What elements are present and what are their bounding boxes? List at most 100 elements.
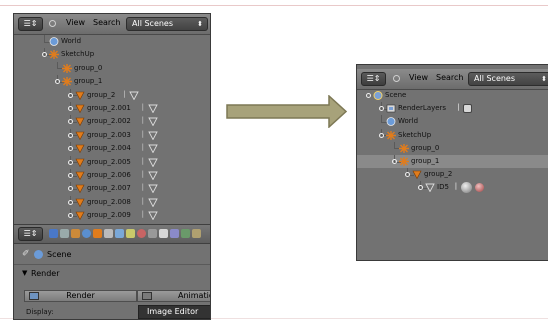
expand-toggle-icon[interactable]: [366, 93, 371, 98]
pin-icon[interactable]: ✐: [22, 249, 30, 259]
outliner-item[interactable]: group_1: [14, 75, 210, 88]
expand-toggle-icon[interactable]: [392, 159, 397, 164]
outliner-header: ☰⇕ View Search All Scenes ⬍: [14, 14, 210, 35]
expand-toggle-icon[interactable]: [68, 173, 73, 178]
outliner-item[interactable]: SketchUp: [357, 128, 548, 142]
outliner-item[interactable]: SketchUp: [14, 48, 210, 61]
particles-tab-icon[interactable]: [159, 229, 168, 238]
expand-toggle-icon[interactable]: [68, 213, 73, 219]
outliner-item[interactable]: ID5 |: [357, 181, 548, 194]
outliner-item[interactable]: group_2.001 |: [14, 102, 210, 115]
texture-tab-icon[interactable]: [148, 229, 157, 238]
outliner-item[interactable]: group_2.009 |: [14, 209, 210, 222]
render-tab-icon[interactable]: [49, 229, 58, 238]
outliner-item[interactable]: Scene: [357, 89, 548, 102]
object-tab-icon[interactable]: [93, 229, 102, 238]
outliner-item[interactable]: group_2: [357, 168, 548, 181]
properties-editor-type-button[interactable]: ☰⇕: [18, 227, 43, 241]
mesh-icon[interactable]: [147, 104, 158, 114]
outliner-item[interactable]: group_2.003 |: [14, 128, 210, 142]
editor-type-button[interactable]: ☰⇕: [18, 17, 43, 31]
search-menu[interactable]: Search: [436, 73, 463, 82]
constraints-tab-icon[interactable]: [104, 229, 113, 238]
outliner-item[interactable]: group_2.002 |: [14, 115, 210, 128]
scene-filter-select[interactable]: All Scenes ⬍: [126, 17, 208, 31]
material-sphere-icon[interactable]: [460, 182, 472, 194]
animation-button[interactable]: Animation: [137, 290, 210, 302]
mesh-icon[interactable]: [147, 211, 158, 221]
expand-toggle-icon[interactable]: [68, 119, 73, 125]
data-tab-icon[interactable]: [126, 229, 135, 238]
mesh-icon[interactable]: [147, 144, 158, 154]
scene-filter-select[interactable]: All Scenes ⬍: [468, 72, 548, 86]
physics-tab-icon[interactable]: [170, 229, 179, 238]
expand-toggle-icon[interactable]: [379, 106, 384, 112]
expand-toggle-icon[interactable]: [68, 146, 73, 152]
render-section-header[interactable]: ▼ Render: [14, 268, 210, 282]
extra-tab-icon-2[interactable]: [192, 229, 201, 238]
group-instance-icon: [75, 211, 85, 221]
mesh-icon[interactable]: [147, 171, 158, 181]
extra-tab-icon[interactable]: [181, 229, 190, 238]
separator: |: [141, 196, 144, 205]
mesh-icon[interactable]: [147, 158, 158, 168]
render-button[interactable]: Render: [24, 290, 137, 302]
material-tab-icon[interactable]: [137, 229, 146, 238]
expand-toggle-icon[interactable]: [68, 132, 73, 138]
outliner-item[interactable]: group_2 |: [14, 88, 210, 102]
scene-tab-icon[interactable]: [71, 229, 80, 238]
view-menu[interactable]: View: [66, 18, 85, 27]
expand-toggle-icon[interactable]: [379, 132, 384, 138]
render-layer-icon[interactable]: [463, 104, 473, 114]
outliner-tree: Scene RenderLayers | World SketchUp group_0 gr…: [357, 89, 548, 260]
expand-toggle-icon[interactable]: [42, 52, 47, 58]
group-instance-icon: [75, 131, 85, 140]
outliner-item[interactable]: group_2.005 |: [14, 155, 210, 169]
expand-toggle-icon[interactable]: [68, 159, 73, 165]
empty-object-icon: [399, 143, 409, 153]
animation-film-icon: [142, 292, 152, 300]
empty-object-icon: [386, 130, 396, 140]
outliner-item-label: SketchUp: [398, 130, 432, 139]
outliner-item[interactable]: group_0: [14, 61, 210, 75]
outliner-item[interactable]: RenderLayers |: [357, 102, 548, 115]
expand-toggle-icon[interactable]: [68, 186, 73, 192]
editor-type-button[interactable]: ☰⇕: [361, 72, 386, 86]
expand-toggle-icon[interactable]: [68, 199, 73, 205]
outliner-item[interactable]: group_2.006 |: [14, 169, 210, 182]
world-tab-icon[interactable]: [82, 229, 91, 238]
outliner-item[interactable]: group_1: [357, 155, 548, 169]
visibility-filter-icon[interactable]: [49, 20, 56, 27]
outliner-item[interactable]: group_2.008 |: [14, 195, 210, 209]
material-sphere-icon[interactable]: [474, 183, 484, 193]
render-layers-tab-icon[interactable]: [60, 229, 69, 238]
expand-toggle-icon[interactable]: [405, 172, 410, 178]
expand-toggle-icon[interactable]: [68, 106, 73, 111]
expand-toggle-icon[interactable]: [55, 79, 60, 85]
mesh-icon[interactable]: [147, 198, 158, 208]
render-section-title: Render: [31, 269, 60, 278]
expand-toggle-icon[interactable]: [68, 92, 73, 98]
mesh-icon[interactable]: [147, 131, 158, 141]
expand-toggle-icon[interactable]: [418, 185, 423, 191]
group-instance-icon: [75, 91, 85, 100]
view-menu[interactable]: View: [409, 73, 428, 82]
mesh-icon[interactable]: [147, 184, 158, 194]
mesh-icon[interactable]: [147, 117, 158, 127]
display-select[interactable]: Image Editor: [138, 305, 210, 319]
separator: |: [454, 182, 458, 191]
outliner-item-label: SketchUp: [61, 50, 95, 59]
search-menu[interactable]: Search: [93, 18, 120, 27]
modifiers-tab-icon[interactable]: [115, 229, 124, 238]
separator: |: [141, 183, 144, 192]
outliner-item[interactable]: group_2.004 |: [14, 142, 210, 155]
group-instance-icon: [75, 171, 85, 181]
outliner-item[interactable]: World: [357, 115, 548, 128]
outliner-tree: World SketchUp group_0 group_1 group_2 | group…: [14, 35, 210, 223]
mesh-icon[interactable]: [129, 91, 139, 101]
outliner-item[interactable]: group_2.007 |: [14, 182, 210, 195]
visibility-filter-icon[interactable]: [393, 75, 400, 82]
outliner-item[interactable]: World: [14, 35, 210, 48]
outliner-item[interactable]: group_0: [357, 141, 548, 155]
outliner-item-label: World: [398, 117, 419, 126]
